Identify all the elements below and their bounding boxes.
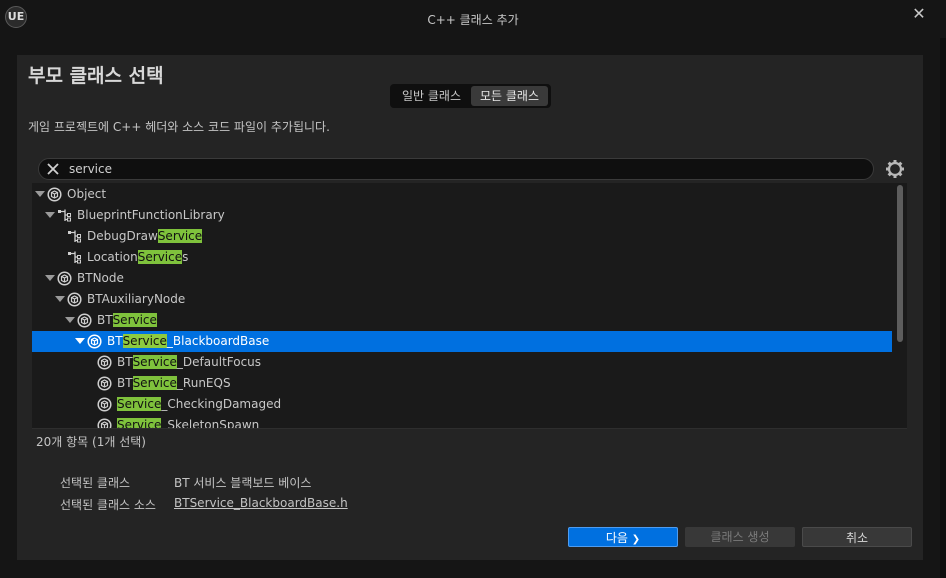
label-suffix: BTNode (77, 271, 124, 285)
search-match-highlight: Service (117, 397, 162, 411)
label-prefix: BT (117, 376, 133, 390)
tree-scrollbar[interactable] (897, 185, 903, 342)
label-suffix: s (182, 250, 189, 264)
class-filter-toggle: 일반 클래스 모든 클래스 (390, 84, 551, 108)
expand-arrow-icon[interactable] (55, 296, 65, 302)
tree-row-label: Service_SkeletonSpawn (117, 415, 259, 429)
selected-class-value: BT 서비스 블랙보드 베이스 (174, 476, 312, 490)
tree-row[interactable]: Service_SkeletonSpawn (32, 415, 892, 429)
tree-row[interactable]: BTService (32, 310, 892, 331)
title-bar: UE C++ 클래스 추가 ✕ (0, 0, 946, 38)
expand-arrow-icon[interactable] (65, 317, 75, 323)
window-title: C++ 클래스 추가 (427, 13, 519, 27)
tree-row[interactable]: BTService_DefaultFocus (32, 352, 892, 373)
tree-row[interactable]: BTNode (32, 268, 892, 289)
expand-arrow-icon[interactable] (45, 275, 55, 281)
class-icon (77, 313, 92, 328)
tree-row-label: BTNode (77, 268, 124, 289)
label-suffix: _CheckingDamaged (161, 397, 282, 411)
tree-row-label: Object (67, 184, 106, 205)
create-class-button[interactable]: 클래스 생성 (685, 527, 795, 547)
tree-row[interactable]: DebugDrawService (32, 226, 892, 247)
class-icon (47, 187, 62, 202)
page-title: 부모 클래스 선택 (28, 65, 164, 87)
library-icon (57, 208, 72, 223)
label-suffix: Object (67, 187, 107, 201)
library-icon (67, 250, 82, 265)
label-prefix: DebugDraw (87, 229, 158, 243)
description-text: 게임 프로젝트에 C++ 헤더와 소스 코드 파일이 추가됩니다. (28, 120, 330, 134)
next-button[interactable]: 다음 ❯ (568, 527, 678, 547)
tree-row[interactable]: BlueprintFunctionLibrary (32, 205, 892, 226)
class-icon (97, 397, 112, 412)
tree-row-label: BlueprintFunctionLibrary (77, 205, 225, 226)
selected-class-label: 선택된 클래스 (60, 476, 131, 490)
search-match-highlight: Service (137, 250, 183, 264)
all-classes-button[interactable]: 모든 클래스 (471, 86, 548, 106)
expand-arrow-icon[interactable] (75, 338, 85, 344)
tree-row-label: BTService_BlackboardBase (107, 331, 269, 352)
search-match-highlight: Service (122, 334, 167, 348)
close-icon[interactable]: ✕ (910, 5, 928, 23)
tree-row-label: BTService (97, 310, 157, 331)
next-button-label: 다음 (605, 531, 628, 545)
label-suffix: BTAuxiliaryNode (87, 292, 186, 306)
label-suffix: _RunEQS (176, 376, 231, 390)
search-input[interactable] (69, 161, 859, 177)
tree-row[interactable]: LocationServices (32, 247, 892, 268)
tree-row-label: DebugDrawService (87, 226, 203, 247)
class-icon (97, 355, 112, 370)
clear-search-icon[interactable] (45, 161, 61, 177)
expand-arrow-icon[interactable] (35, 191, 45, 197)
cancel-button[interactable]: 취소 (802, 527, 912, 547)
tree-row[interactable]: BTService_RunEQS (32, 373, 892, 394)
class-tree: Object BlueprintFunctionLibrary DebugDrawS… (32, 183, 907, 429)
window-edge (940, 38, 946, 578)
tree-row-label: BTService_RunEQS (117, 373, 231, 394)
label-prefix: BT (117, 355, 133, 369)
selected-source-label: 선택된 클래스 소스 (60, 498, 156, 512)
tree-row-label: BTService_DefaultFocus (117, 352, 261, 373)
class-icon (57, 271, 72, 286)
label-suffix: _BlackboardBase (166, 334, 270, 348)
tree-row[interactable]: Service_CheckingDamaged (32, 394, 892, 415)
tree-row[interactable]: Object (32, 184, 892, 205)
library-icon (67, 229, 82, 244)
general-classes-button[interactable]: 일반 클래스 (393, 86, 470, 106)
expand-arrow-icon[interactable] (45, 212, 55, 218)
search-match-highlight: Service (157, 229, 203, 243)
label-prefix: BT (107, 334, 123, 348)
label-prefix: BT (97, 313, 113, 327)
search-match-highlight: Service (132, 376, 177, 390)
class-icon (97, 376, 112, 391)
search-match-highlight: Service (132, 355, 177, 369)
tree-row-label: LocationServices (87, 247, 188, 268)
search-match-highlight: Service (112, 313, 157, 327)
class-icon (67, 292, 82, 307)
tree-row[interactable]: BTService_BlackboardBase (32, 331, 892, 352)
label-suffix: BlueprintFunctionLibrary (77, 208, 225, 222)
item-count: 20개 항목 (1개 선택) (36, 435, 146, 449)
tree-row-label: BTAuxiliaryNode (87, 289, 185, 310)
tree-row[interactable]: BTAuxiliaryNode (32, 289, 892, 310)
dialog-panel: 부모 클래스 선택 일반 클래스 모든 클래스 게임 프로젝트에 C++ 헤더와… (17, 55, 923, 560)
gear-icon[interactable] (885, 159, 905, 179)
label-prefix: Location (87, 250, 138, 264)
label-suffix: _DefaultFocus (176, 355, 262, 369)
search-box (38, 158, 874, 180)
tree-row-label: Service_CheckingDamaged (117, 394, 281, 415)
class-icon (87, 334, 102, 349)
divider (32, 428, 907, 429)
chevron-right-icon: ❯ (631, 534, 641, 545)
selected-source-link[interactable]: BTService_BlackboardBase.h (174, 496, 348, 510)
